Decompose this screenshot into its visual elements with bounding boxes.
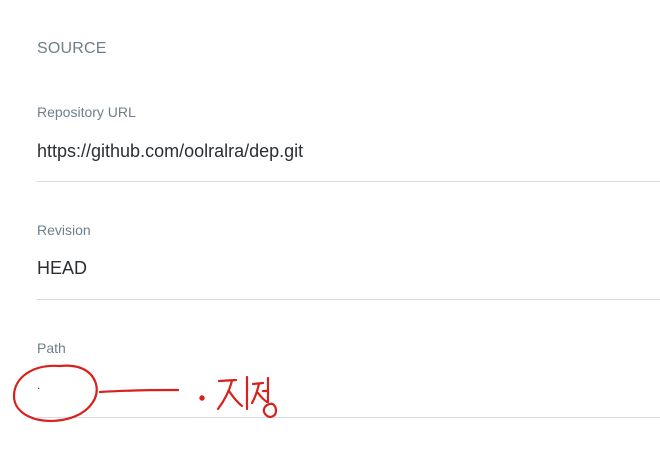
- repository-url-label: Repository URL: [37, 104, 136, 120]
- repository-url-value[interactable]: https://github.com/oolralra/dep.git: [37, 141, 637, 162]
- path-underline: [37, 417, 660, 418]
- revision-label: Revision: [37, 222, 91, 238]
- path-label: Path: [37, 340, 66, 356]
- revision-underline: [37, 299, 660, 300]
- revision-field[interactable]: Revision HEAD: [37, 222, 660, 304]
- path-field[interactable]: Path .: [37, 340, 660, 422]
- source-section-title: SOURCE: [37, 40, 107, 57]
- repository-url-underline: [37, 181, 660, 182]
- revision-value[interactable]: HEAD: [37, 258, 637, 279]
- repository-url-field[interactable]: Repository URL https://github.com/oolral…: [37, 104, 660, 186]
- path-value[interactable]: .: [37, 378, 637, 392]
